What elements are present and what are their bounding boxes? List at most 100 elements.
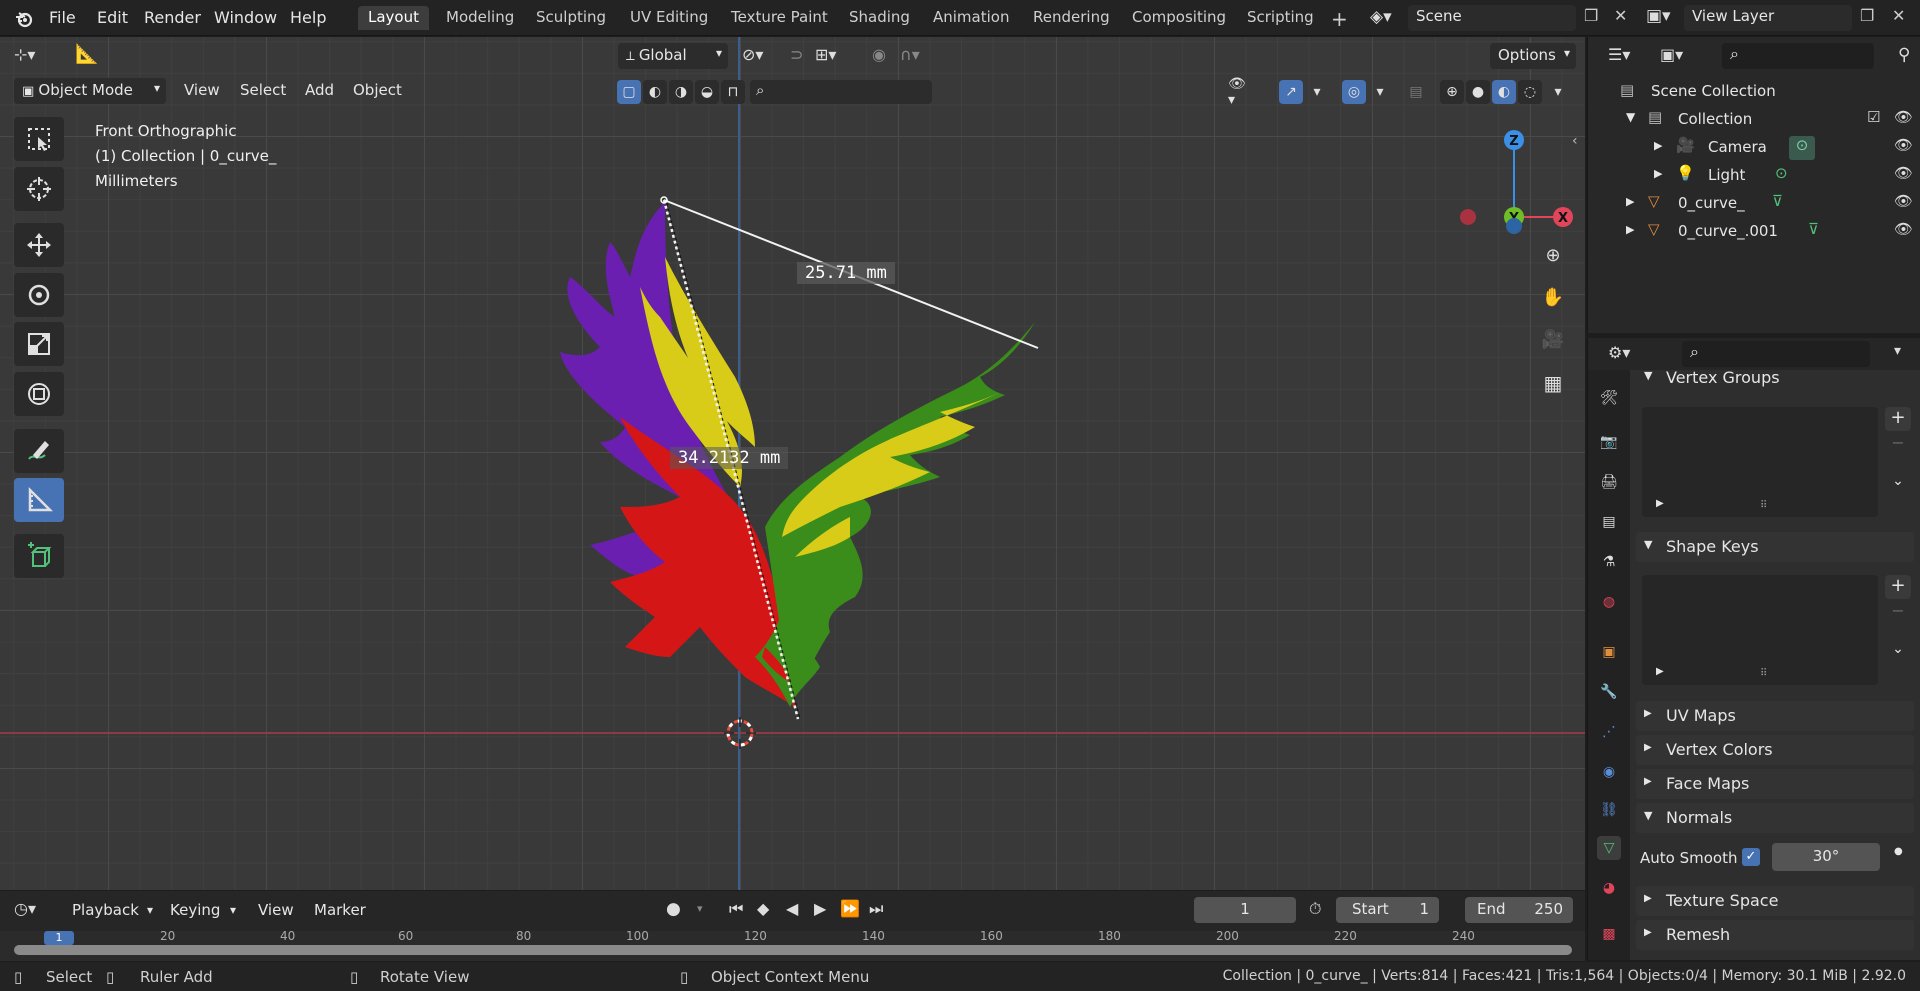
start-frame-field[interactable]: Start 1 xyxy=(1336,897,1439,923)
face-maps-panel-header[interactable]: ▶ Face Maps xyxy=(1636,769,1914,799)
blender-logo-icon[interactable] xyxy=(14,9,34,29)
view-layer-field[interactable]: View Layer xyxy=(1684,5,1852,31)
filter-icon[interactable]: ⚲ xyxy=(1898,45,1910,65)
vertex-colors-panel-header[interactable]: ▶ Vertex Colors xyxy=(1636,735,1914,765)
new-view-layer-icon[interactable]: ❐ xyxy=(1860,6,1874,25)
jump-end-icon[interactable]: ⏭ xyxy=(869,899,883,919)
outliner-search-field[interactable]: ⌕ xyxy=(1722,43,1874,69)
timeline-scrollbar[interactable] xyxy=(14,945,1572,955)
auto-smooth-checkbox[interactable]: ✓ xyxy=(1742,848,1760,866)
tab-texture-paint[interactable]: Texture Paint xyxy=(721,6,838,30)
physics-tab-icon[interactable]: ◉ xyxy=(1597,760,1621,784)
world-tab-icon[interactable]: ◍ xyxy=(1597,590,1621,614)
outliner-item-collection[interactable]: ▼ ▤ Collection ☑ 👁 xyxy=(1588,106,1920,134)
frame-indicator[interactable]: 1 xyxy=(44,931,74,945)
output-tab-icon[interactable]: 🖨 xyxy=(1597,470,1621,494)
tab-animation[interactable]: Animation xyxy=(923,6,1019,30)
outliner-item-light[interactable]: ▶ 💡 Light ⊙ 👁 xyxy=(1588,162,1920,190)
keying-menu[interactable]: Keying xyxy=(170,901,220,919)
outliner-display-mode-icon[interactable]: ▣▾ xyxy=(1660,45,1683,64)
tab-sculpting[interactable]: Sculpting xyxy=(526,6,616,30)
timeline-ruler[interactable]: 1 20 40 60 80 100 120 140 160 180 200 22… xyxy=(0,929,1585,961)
tab-rendering[interactable]: Rendering xyxy=(1023,6,1120,30)
scene-field[interactable]: Scene xyxy=(1408,5,1576,31)
stopwatch-icon[interactable]: ⏱ xyxy=(1309,899,1321,919)
outliner-item-curve-001[interactable]: ▶ ▽ 0_curve_.001 ⊽ 👁 xyxy=(1588,218,1920,246)
outliner-editor-type-icon[interactable]: ☰▾ xyxy=(1608,45,1630,64)
gizmo-neg-z-dot[interactable] xyxy=(1506,218,1522,234)
camera-view-icon[interactable]: 🎥 xyxy=(1538,329,1568,359)
mesh-data-icon[interactable]: ⊽ xyxy=(1808,220,1819,238)
object-tab-icon[interactable]: ▣ xyxy=(1597,640,1621,664)
play-icon[interactable]: ▶ xyxy=(814,899,826,918)
timeline-editor-type-icon[interactable]: ◷▾ xyxy=(14,899,36,918)
play-reverse-icon[interactable]: ◀ xyxy=(786,899,798,918)
add-workspace-icon[interactable]: + xyxy=(1331,7,1348,31)
vertex-groups-list[interactable]: ▶ ⠿ xyxy=(1642,407,1878,517)
auto-smooth-angle-field[interactable]: 30° xyxy=(1772,843,1880,871)
properties-options-icon[interactable]: ▾ xyxy=(1894,343,1901,359)
normals-panel-header[interactable]: ▼ Normals xyxy=(1636,803,1914,833)
delete-scene-icon[interactable]: ✕ xyxy=(1614,6,1627,25)
keyframe-dot-icon[interactable]: ● xyxy=(1894,846,1903,857)
remove-shape-key-button[interactable]: − xyxy=(1885,601,1911,625)
tab-shading[interactable]: Shading xyxy=(839,6,920,30)
record-options-icon[interactable]: ▾ xyxy=(697,902,703,915)
eye-icon[interactable]: 👁 xyxy=(1894,164,1913,182)
eye-icon[interactable]: 👁 xyxy=(1894,192,1913,210)
tab-layout[interactable]: Layout xyxy=(358,6,429,30)
render-tab-icon[interactable]: 📷 xyxy=(1597,430,1621,454)
scene-tab-icon[interactable]: ⚗ xyxy=(1597,550,1621,574)
eye-icon[interactable]: 👁 xyxy=(1894,136,1913,154)
sidebar-toggle-icon[interactable]: ‹ xyxy=(1572,133,1578,149)
remesh-panel-header[interactable]: ▶ Remesh xyxy=(1636,920,1914,950)
outliner-scene-collection[interactable]: ▤ Scene Collection xyxy=(1588,78,1920,106)
mesh-data-icon[interactable]: ⊽ xyxy=(1772,192,1783,210)
properties-editor-type-icon[interactable]: ⚙▾ xyxy=(1608,343,1630,362)
shape-key-menu-button[interactable]: ⌄ xyxy=(1885,641,1911,665)
resize-handle-icon[interactable]: ⠿ xyxy=(1760,500,1767,511)
texture-tab-icon[interactable]: ▩ xyxy=(1597,922,1621,946)
modifier-tab-icon[interactable]: 🔧 xyxy=(1597,680,1621,704)
timeline-view-menu[interactable]: View xyxy=(258,901,294,919)
3d-viewport[interactable]: ⊹▾ 📐 ⟂ Global ▾ ⊘▾ ⊃ ⊞▾ ◉ ∩▾ Options ▾ ▣… xyxy=(0,37,1585,890)
vertex-groups-panel-header[interactable]: ▼ Vertex Groups xyxy=(1636,363,1914,393)
playback-menu[interactable]: Playback xyxy=(72,901,139,919)
prev-keyframe-icon[interactable]: ◆ xyxy=(757,899,769,918)
vertex-group-menu-button[interactable]: ⌄ xyxy=(1885,473,1911,497)
checkbox-icon[interactable]: ☑ xyxy=(1867,108,1880,126)
particles-tab-icon[interactable]: ⋰ xyxy=(1597,720,1621,744)
eye-icon[interactable]: 👁 xyxy=(1894,108,1913,126)
expand-list-icon[interactable]: ▶ xyxy=(1656,666,1664,677)
menu-render[interactable]: Render xyxy=(144,8,201,27)
pan-hand-icon[interactable]: ✋ xyxy=(1538,287,1568,317)
constraints-tab-icon[interactable]: ⛓ xyxy=(1597,798,1621,822)
marker-menu[interactable]: Marker xyxy=(314,901,366,919)
menu-window[interactable]: Window xyxy=(214,8,277,27)
light-data-icon[interactable]: ⊙ xyxy=(1775,164,1788,182)
shape-keys-list[interactable]: ▶ ⠿ xyxy=(1642,575,1878,685)
add-shape-key-button[interactable]: + xyxy=(1885,575,1911,599)
current-frame-field[interactable]: 1 xyxy=(1194,897,1296,923)
expand-list-icon[interactable]: ▶ xyxy=(1656,498,1664,509)
menu-edit[interactable]: Edit xyxy=(97,8,128,27)
end-frame-field[interactable]: End 250 xyxy=(1465,897,1573,923)
outliner-item-camera[interactable]: ▶ 🎥 Camera ⊙ 👁 xyxy=(1588,134,1920,162)
resize-handle-icon[interactable]: ⠿ xyxy=(1760,668,1767,679)
scene-selector-icon[interactable]: ◈▾ xyxy=(1370,7,1392,27)
delete-view-layer-icon[interactable]: ✕ xyxy=(1892,6,1905,25)
view-layer-tab-icon[interactable]: ▤ xyxy=(1597,510,1621,534)
uv-maps-panel-header[interactable]: ▶ UV Maps xyxy=(1636,701,1914,731)
camera-data-icon[interactable]: ⊙ xyxy=(1789,136,1815,160)
shape-keys-panel-header[interactable]: ▼ Shape Keys xyxy=(1636,532,1914,562)
view-layer-icon[interactable]: ▣▾ xyxy=(1646,6,1671,26)
zoom-icon[interactable]: ⊕ xyxy=(1538,245,1568,275)
tab-scripting[interactable]: Scripting xyxy=(1237,6,1324,30)
tab-compositing[interactable]: Compositing xyxy=(1122,6,1236,30)
outliner-item-curve[interactable]: ▶ ▽ 0_curve_ ⊽ 👁 xyxy=(1588,190,1920,218)
tab-modeling[interactable]: Modeling xyxy=(436,6,524,30)
record-icon[interactable]: ● xyxy=(666,899,681,919)
texture-space-panel-header[interactable]: ▶ Texture Space xyxy=(1636,886,1914,916)
gizmo-neg-x-icon[interactable] xyxy=(1460,209,1476,225)
eye-icon[interactable]: 👁 xyxy=(1894,220,1913,238)
